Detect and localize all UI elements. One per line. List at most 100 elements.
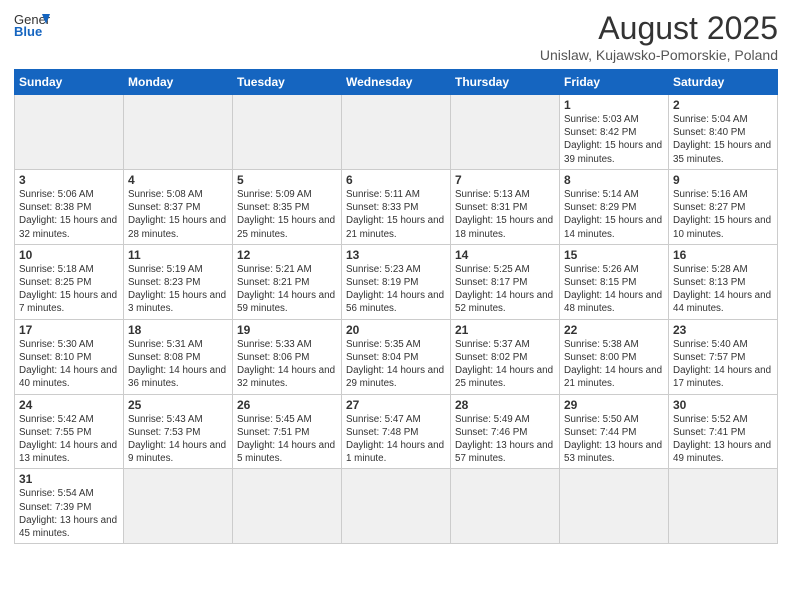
day-number: 3	[19, 173, 119, 187]
col-tuesday: Tuesday	[233, 70, 342, 95]
table-row: 22Sunrise: 5:38 AM Sunset: 8:00 PM Dayli…	[560, 319, 669, 394]
day-info: Sunrise: 5:13 AM Sunset: 8:31 PM Dayligh…	[455, 188, 555, 241]
table-row: 7Sunrise: 5:13 AM Sunset: 8:31 PM Daylig…	[451, 169, 560, 244]
day-info: Sunrise: 5:37 AM Sunset: 8:02 PM Dayligh…	[455, 338, 555, 391]
table-row	[15, 95, 124, 170]
table-row	[124, 95, 233, 170]
day-info: Sunrise: 5:50 AM Sunset: 7:44 PM Dayligh…	[564, 413, 664, 466]
table-row	[669, 469, 778, 544]
day-info: Sunrise: 5:11 AM Sunset: 8:33 PM Dayligh…	[346, 188, 446, 241]
day-info: Sunrise: 5:52 AM Sunset: 7:41 PM Dayligh…	[673, 413, 773, 466]
day-number: 21	[455, 323, 555, 337]
day-info: Sunrise: 5:42 AM Sunset: 7:55 PM Dayligh…	[19, 413, 119, 466]
table-row: 24Sunrise: 5:42 AM Sunset: 7:55 PM Dayli…	[15, 394, 124, 469]
table-row	[560, 469, 669, 544]
table-row: 30Sunrise: 5:52 AM Sunset: 7:41 PM Dayli…	[669, 394, 778, 469]
day-info: Sunrise: 5:43 AM Sunset: 7:53 PM Dayligh…	[128, 413, 228, 466]
table-row: 27Sunrise: 5:47 AM Sunset: 7:48 PM Dayli…	[342, 394, 451, 469]
day-info: Sunrise: 5:31 AM Sunset: 8:08 PM Dayligh…	[128, 338, 228, 391]
table-row: 10Sunrise: 5:18 AM Sunset: 8:25 PM Dayli…	[15, 244, 124, 319]
day-info: Sunrise: 5:19 AM Sunset: 8:23 PM Dayligh…	[128, 263, 228, 316]
table-row: 5Sunrise: 5:09 AM Sunset: 8:35 PM Daylig…	[233, 169, 342, 244]
calendar-table: Sunday Monday Tuesday Wednesday Thursday…	[14, 69, 778, 544]
day-info: Sunrise: 5:49 AM Sunset: 7:46 PM Dayligh…	[455, 413, 555, 466]
col-friday: Friday	[560, 70, 669, 95]
calendar-header-row: Sunday Monday Tuesday Wednesday Thursday…	[15, 70, 778, 95]
day-number: 12	[237, 248, 337, 262]
table-row	[451, 95, 560, 170]
day-info: Sunrise: 5:18 AM Sunset: 8:25 PM Dayligh…	[19, 263, 119, 316]
day-info: Sunrise: 5:38 AM Sunset: 8:00 PM Dayligh…	[564, 338, 664, 391]
table-row: 12Sunrise: 5:21 AM Sunset: 8:21 PM Dayli…	[233, 244, 342, 319]
day-number: 2	[673, 98, 773, 112]
day-info: Sunrise: 5:26 AM Sunset: 8:15 PM Dayligh…	[564, 263, 664, 316]
day-info: Sunrise: 5:21 AM Sunset: 8:21 PM Dayligh…	[237, 263, 337, 316]
table-row: 4Sunrise: 5:08 AM Sunset: 8:37 PM Daylig…	[124, 169, 233, 244]
day-info: Sunrise: 5:54 AM Sunset: 7:39 PM Dayligh…	[19, 487, 119, 540]
table-row: 13Sunrise: 5:23 AM Sunset: 8:19 PM Dayli…	[342, 244, 451, 319]
day-number: 26	[237, 398, 337, 412]
day-info: Sunrise: 5:04 AM Sunset: 8:40 PM Dayligh…	[673, 113, 773, 166]
day-number: 17	[19, 323, 119, 337]
day-number: 10	[19, 248, 119, 262]
logo: General Blue	[14, 10, 50, 38]
day-info: Sunrise: 5:06 AM Sunset: 8:38 PM Dayligh…	[19, 188, 119, 241]
day-info: Sunrise: 5:16 AM Sunset: 8:27 PM Dayligh…	[673, 188, 773, 241]
day-number: 22	[564, 323, 664, 337]
table-row: 2Sunrise: 5:04 AM Sunset: 8:40 PM Daylig…	[669, 95, 778, 170]
day-number: 19	[237, 323, 337, 337]
day-number: 11	[128, 248, 228, 262]
day-number: 29	[564, 398, 664, 412]
table-row	[233, 469, 342, 544]
table-row	[342, 469, 451, 544]
table-row	[451, 469, 560, 544]
day-info: Sunrise: 5:14 AM Sunset: 8:29 PM Dayligh…	[564, 188, 664, 241]
day-number: 20	[346, 323, 446, 337]
table-row	[233, 95, 342, 170]
day-number: 6	[346, 173, 446, 187]
day-number: 5	[237, 173, 337, 187]
table-row: 26Sunrise: 5:45 AM Sunset: 7:51 PM Dayli…	[233, 394, 342, 469]
title-block: August 2025 Unislaw, Kujawsko-Pomorskie,…	[540, 10, 778, 63]
table-row: 9Sunrise: 5:16 AM Sunset: 8:27 PM Daylig…	[669, 169, 778, 244]
table-row	[124, 469, 233, 544]
day-number: 1	[564, 98, 664, 112]
table-row: 25Sunrise: 5:43 AM Sunset: 7:53 PM Dayli…	[124, 394, 233, 469]
day-info: Sunrise: 5:30 AM Sunset: 8:10 PM Dayligh…	[19, 338, 119, 391]
day-number: 30	[673, 398, 773, 412]
day-number: 8	[564, 173, 664, 187]
header: General Blue August 2025 Unislaw, Kujaws…	[14, 10, 778, 63]
table-row: 28Sunrise: 5:49 AM Sunset: 7:46 PM Dayli…	[451, 394, 560, 469]
table-row: 31Sunrise: 5:54 AM Sunset: 7:39 PM Dayli…	[15, 469, 124, 544]
day-info: Sunrise: 5:25 AM Sunset: 8:17 PM Dayligh…	[455, 263, 555, 316]
page: General Blue August 2025 Unislaw, Kujaws…	[0, 0, 792, 612]
day-number: 9	[673, 173, 773, 187]
day-number: 13	[346, 248, 446, 262]
table-row: 14Sunrise: 5:25 AM Sunset: 8:17 PM Dayli…	[451, 244, 560, 319]
day-info: Sunrise: 5:03 AM Sunset: 8:42 PM Dayligh…	[564, 113, 664, 166]
day-number: 28	[455, 398, 555, 412]
day-number: 31	[19, 472, 119, 486]
table-row: 16Sunrise: 5:28 AM Sunset: 8:13 PM Dayli…	[669, 244, 778, 319]
table-row: 17Sunrise: 5:30 AM Sunset: 8:10 PM Dayli…	[15, 319, 124, 394]
day-number: 23	[673, 323, 773, 337]
day-number: 24	[19, 398, 119, 412]
month-year-title: August 2025	[540, 10, 778, 47]
day-info: Sunrise: 5:09 AM Sunset: 8:35 PM Dayligh…	[237, 188, 337, 241]
table-row: 29Sunrise: 5:50 AM Sunset: 7:44 PM Dayli…	[560, 394, 669, 469]
day-info: Sunrise: 5:33 AM Sunset: 8:06 PM Dayligh…	[237, 338, 337, 391]
day-number: 27	[346, 398, 446, 412]
day-info: Sunrise: 5:28 AM Sunset: 8:13 PM Dayligh…	[673, 263, 773, 316]
day-number: 25	[128, 398, 228, 412]
day-number: 7	[455, 173, 555, 187]
table-row: 6Sunrise: 5:11 AM Sunset: 8:33 PM Daylig…	[342, 169, 451, 244]
day-number: 15	[564, 248, 664, 262]
table-row: 11Sunrise: 5:19 AM Sunset: 8:23 PM Dayli…	[124, 244, 233, 319]
col-wednesday: Wednesday	[342, 70, 451, 95]
day-info: Sunrise: 5:40 AM Sunset: 7:57 PM Dayligh…	[673, 338, 773, 391]
day-info: Sunrise: 5:35 AM Sunset: 8:04 PM Dayligh…	[346, 338, 446, 391]
table-row: 19Sunrise: 5:33 AM Sunset: 8:06 PM Dayli…	[233, 319, 342, 394]
day-number: 16	[673, 248, 773, 262]
table-row: 21Sunrise: 5:37 AM Sunset: 8:02 PM Dayli…	[451, 319, 560, 394]
day-number: 18	[128, 323, 228, 337]
